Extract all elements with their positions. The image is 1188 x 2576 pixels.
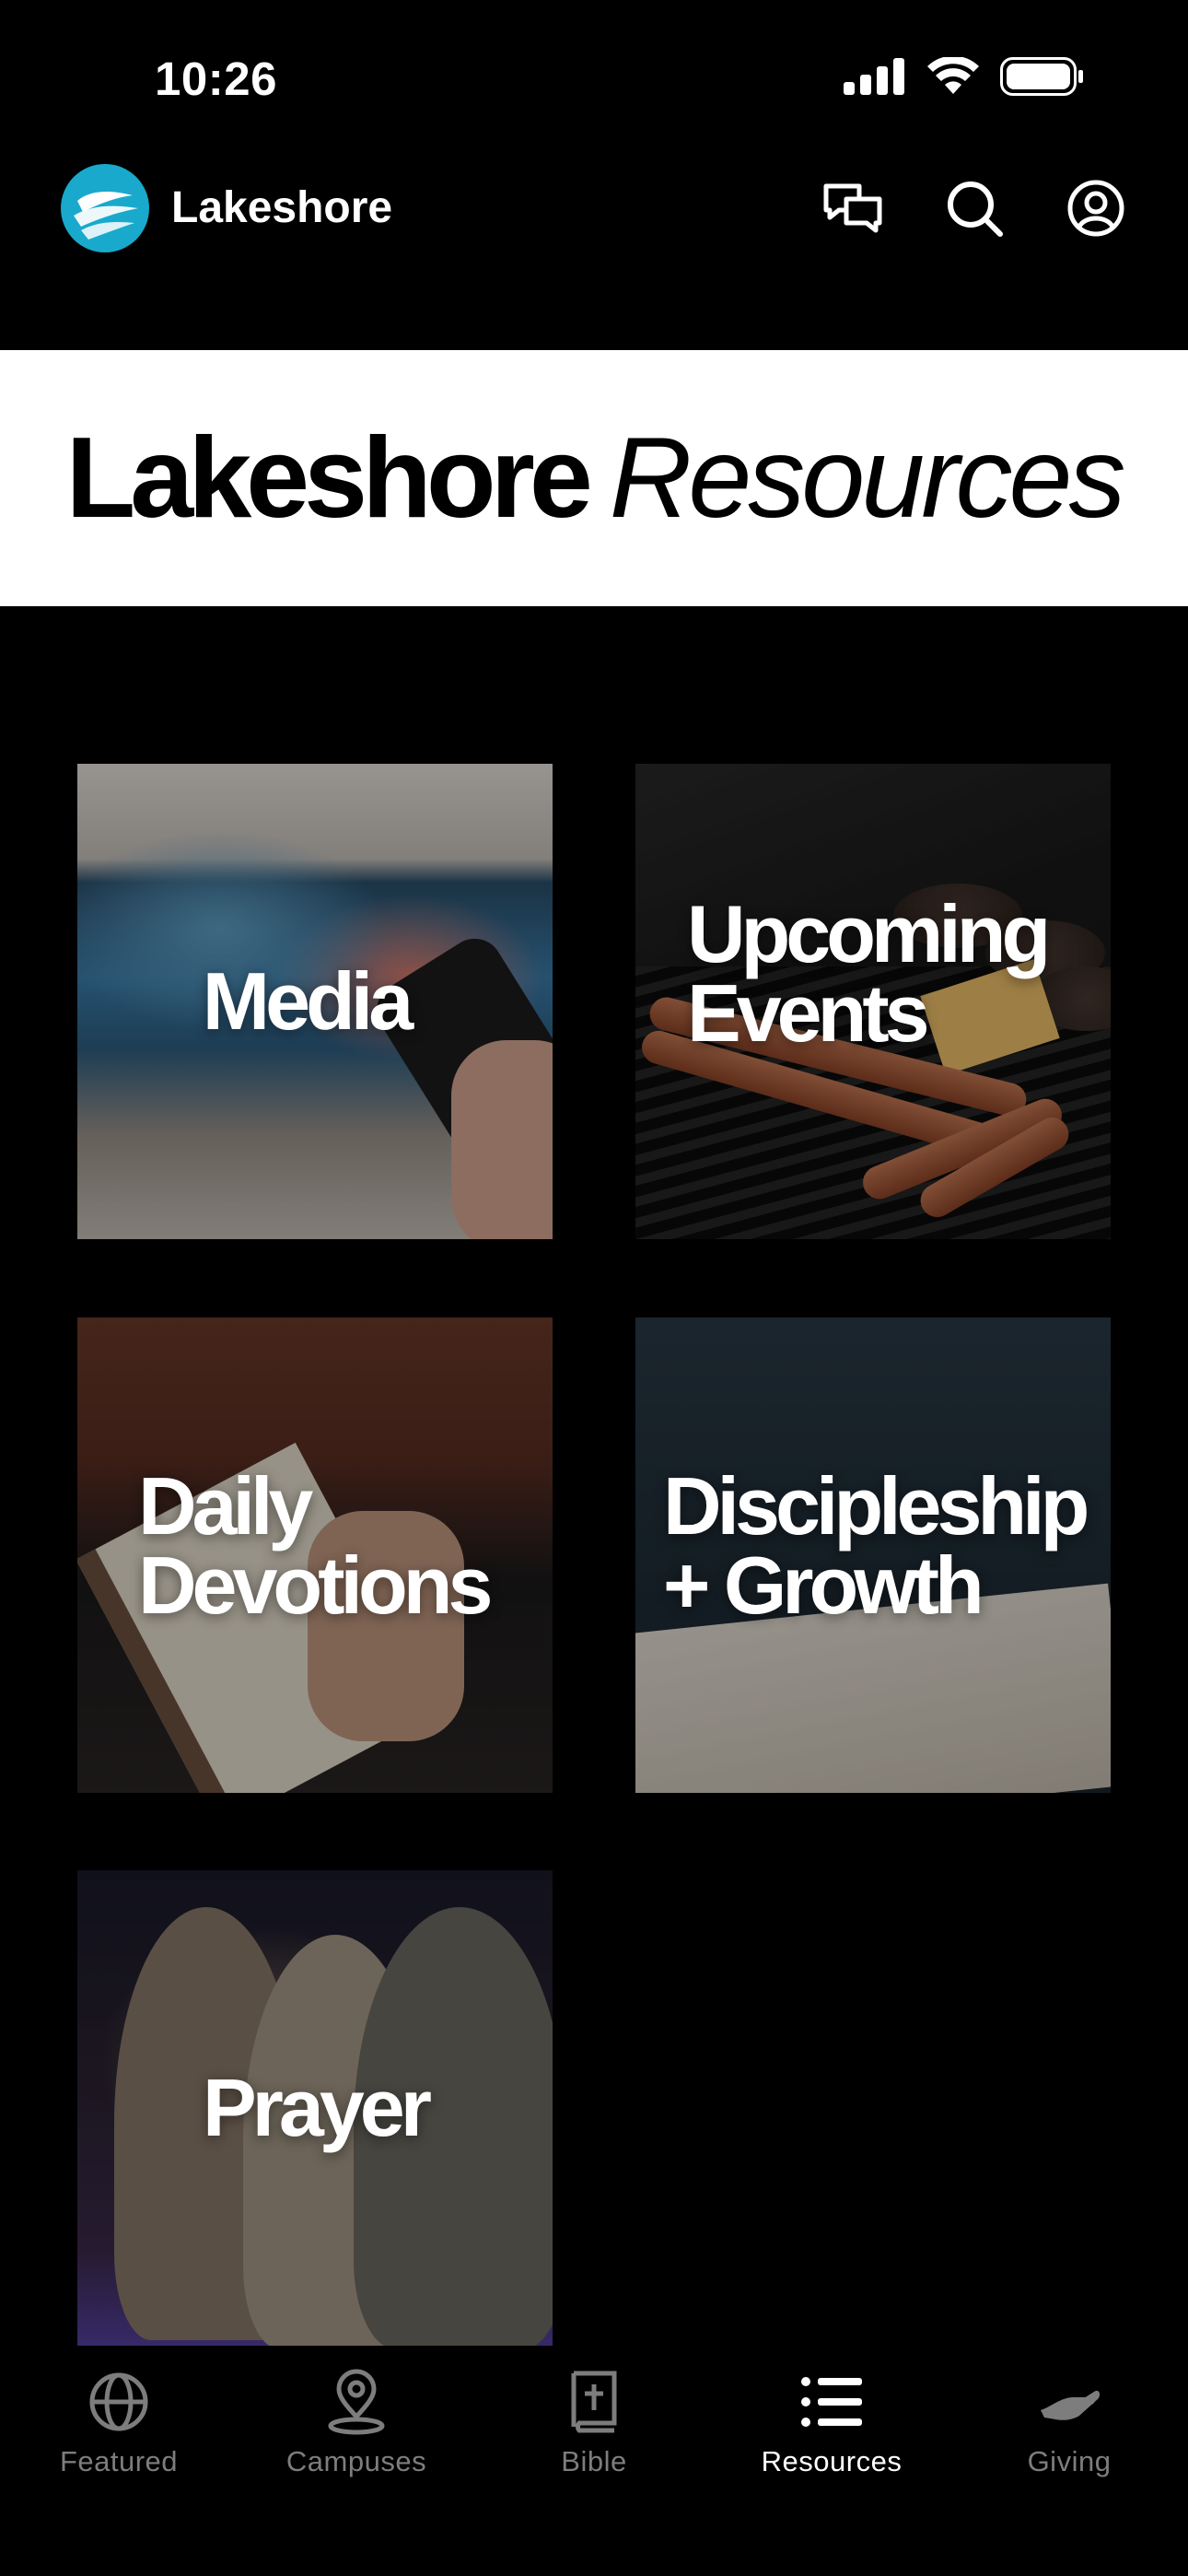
app-name: Lakeshore xyxy=(171,183,393,232)
status-time: 10:26 xyxy=(155,53,277,105)
tile-prayer[interactable]: Prayer xyxy=(77,1870,553,2346)
lakeshore-logo-icon[interactable] xyxy=(61,164,149,252)
tab-featured[interactable]: Featured xyxy=(0,2346,238,2576)
tab-resources[interactable]: Resources xyxy=(713,2346,950,2576)
tab-bible-label: Bible xyxy=(561,2445,627,2477)
status-icons xyxy=(844,57,1085,96)
messages-button[interactable] xyxy=(816,171,890,245)
bible-icon xyxy=(560,2368,628,2436)
tab-campuses[interactable]: Campuses xyxy=(238,2346,475,2576)
tile-upcoming-events-label: Upcoming Events xyxy=(687,887,1051,1059)
page-title-light: Resources xyxy=(609,415,1126,542)
tab-bible[interactable]: Bible xyxy=(475,2346,713,2576)
page-title: Lakeshore Resources xyxy=(65,421,1125,535)
tile-media[interactable]: Media xyxy=(77,764,553,1239)
battery-icon xyxy=(1000,57,1083,96)
tile-discipleship-growth[interactable]: Discipleship + Growth xyxy=(635,1317,1111,1793)
tile-media-label: Media xyxy=(202,954,413,1047)
giving-hand-icon xyxy=(1035,2368,1103,2436)
cellular-signal-icon xyxy=(844,58,904,95)
map-pin-icon xyxy=(322,2368,390,2436)
tile-prayer-label: Prayer xyxy=(202,2061,432,2153)
tab-resources-label: Resources xyxy=(761,2445,903,2477)
user-circle-icon xyxy=(1067,180,1124,237)
tab-featured-label: Featured xyxy=(59,2445,179,2477)
tile-daily-devotions[interactable]: Daily Devotions xyxy=(77,1317,553,1793)
globe-icon xyxy=(85,2368,153,2436)
chat-bubbles-icon xyxy=(823,183,882,233)
status-bar: 10:26 xyxy=(0,0,1188,157)
tab-giving-label: Giving xyxy=(1027,2445,1112,2477)
search-button[interactable] xyxy=(938,171,1011,245)
tile-upcoming-events[interactable]: Upcoming Events xyxy=(635,764,1111,1239)
tab-giving[interactable]: Giving xyxy=(950,2346,1188,2576)
tile-discipleship-growth-label: Discipleship + Growth xyxy=(663,1459,1089,1631)
header-actions xyxy=(816,171,1133,245)
wifi-icon xyxy=(927,57,979,94)
list-icon xyxy=(798,2368,866,2436)
tab-campuses-label: Campuses xyxy=(285,2445,427,2477)
search-icon xyxy=(948,181,1003,237)
tile-daily-devotions-label: Daily Devotions xyxy=(138,1459,493,1631)
page-title-bold: Lakeshore xyxy=(65,415,592,542)
bottom-tab-bar: Featured Campuses Bible Resources Giving xyxy=(0,2346,1188,2576)
profile-button[interactable] xyxy=(1059,171,1133,245)
app-header: Lakeshore xyxy=(0,157,1188,350)
page-title-banner: Lakeshore Resources xyxy=(0,350,1188,606)
